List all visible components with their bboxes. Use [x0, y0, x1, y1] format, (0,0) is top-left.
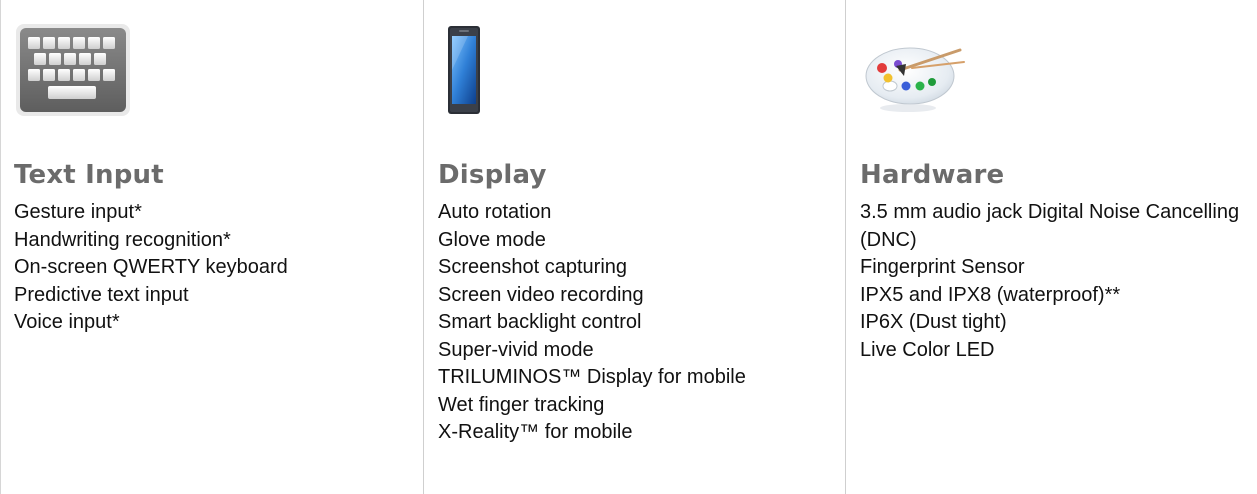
list-item: Gesture input*	[14, 201, 142, 223]
list-item: X-Reality™ for mobile	[438, 421, 633, 443]
keyboard-icon	[14, 20, 134, 120]
list-item: IP6X (Dust tight)	[860, 311, 1007, 333]
list-item: Voice input*	[14, 311, 120, 333]
feature-list: Gesture input* Handwriting recognition* …	[14, 199, 419, 337]
list-item: Live Color LED	[860, 338, 995, 361]
list-item: Smart backlight control	[438, 311, 642, 333]
list-item: IPX5 and IPX8 (waterproof)**	[860, 283, 1121, 306]
list-item: On-screen QWERTY keyboard	[14, 256, 288, 278]
feature-grid: Text Input Gesture input* Handwriting re…	[0, 0, 1257, 494]
section-hardware: Hardware 3.5 mm audio jack Digital Noise…	[845, 0, 1257, 494]
section-display: Display Auto rotation Glove mode Screens…	[423, 0, 845, 494]
list-item: Screen video recording	[438, 283, 644, 306]
list-item: Screenshot capturing	[438, 256, 628, 278]
list-item: TRILUMINOS™ Display for mobile	[438, 366, 746, 388]
list-item: Fingerprint Sensor	[860, 256, 1025, 278]
list-item: Glove mode	[438, 228, 546, 251]
list-item: 3.5 mm audio jack Digital Noise Cancelli…	[860, 201, 1240, 251]
feature-list: 3.5 mm audio jack Digital Noise Cancelli…	[860, 199, 1255, 364]
section-title: Display	[438, 160, 547, 190]
section-text-input: Text Input Gesture input* Handwriting re…	[0, 0, 423, 494]
section-title: Text Input	[14, 160, 164, 190]
list-item: Predictive text input	[14, 283, 189, 306]
section-title: Hardware	[860, 160, 1005, 190]
list-item: Wet finger tracking	[438, 393, 605, 416]
list-item: Auto rotation	[438, 201, 552, 223]
paint-palette-icon	[860, 20, 980, 120]
smartphone-icon	[438, 20, 558, 120]
feature-list: Auto rotation Glove mode Screenshot capt…	[438, 199, 843, 447]
list-item: Handwriting recognition*	[14, 228, 231, 251]
list-item: Super-vivid mode	[438, 338, 594, 361]
